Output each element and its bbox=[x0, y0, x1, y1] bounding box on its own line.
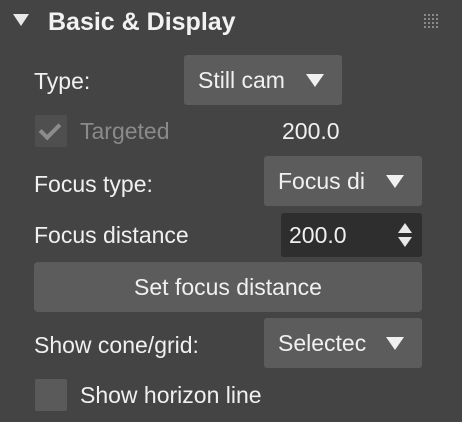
focus-distance-label: Focus distance bbox=[34, 222, 189, 248]
focus-type-dropdown[interactable]: Focus di bbox=[264, 156, 422, 206]
show-horizon-line-label: Show horizon line bbox=[80, 382, 262, 408]
show-cone-grid-dropdown[interactable]: Selectec bbox=[264, 318, 422, 368]
section-title: Basic & Display bbox=[48, 8, 236, 36]
section-header[interactable]: Basic & Display bbox=[0, 0, 462, 44]
focus-distance-value: 200.0 bbox=[289, 222, 347, 248]
targeted-checkbox[interactable] bbox=[35, 115, 67, 147]
show-cone-grid-dropdown-value: Selectec bbox=[278, 330, 367, 356]
focus-type-label: Focus type: bbox=[34, 171, 153, 197]
drag-grip-icon[interactable] bbox=[424, 14, 440, 28]
chevron-down-icon bbox=[386, 337, 404, 350]
chevron-down-icon bbox=[306, 74, 324, 87]
set-focus-distance-button-label: Set focus distance bbox=[134, 274, 322, 300]
target-distance-value: 200.0 bbox=[282, 118, 340, 144]
focus-distance-spinner[interactable]: 200.0 bbox=[281, 213, 422, 257]
targeted-label: Targeted bbox=[80, 118, 170, 144]
type-label: Type: bbox=[34, 68, 91, 94]
type-dropdown-value: Still cam bbox=[198, 67, 285, 93]
spinner-down-icon[interactable] bbox=[398, 237, 412, 247]
show-cone-grid-label: Show cone/grid: bbox=[34, 332, 199, 358]
checkmark-icon bbox=[38, 117, 62, 141]
basic-display-panel: Basic & Display Type: Still cam Targeted… bbox=[0, 0, 462, 422]
show-horizon-line-checkbox[interactable] bbox=[35, 379, 67, 411]
chevron-down-icon bbox=[386, 175, 404, 188]
type-dropdown[interactable]: Still cam bbox=[184, 55, 342, 105]
triangle-down-icon[interactable] bbox=[13, 14, 29, 26]
focus-type-dropdown-value: Focus di bbox=[278, 168, 365, 194]
set-focus-distance-button[interactable]: Set focus distance bbox=[34, 262, 422, 312]
spinner-up-icon[interactable] bbox=[398, 223, 412, 233]
